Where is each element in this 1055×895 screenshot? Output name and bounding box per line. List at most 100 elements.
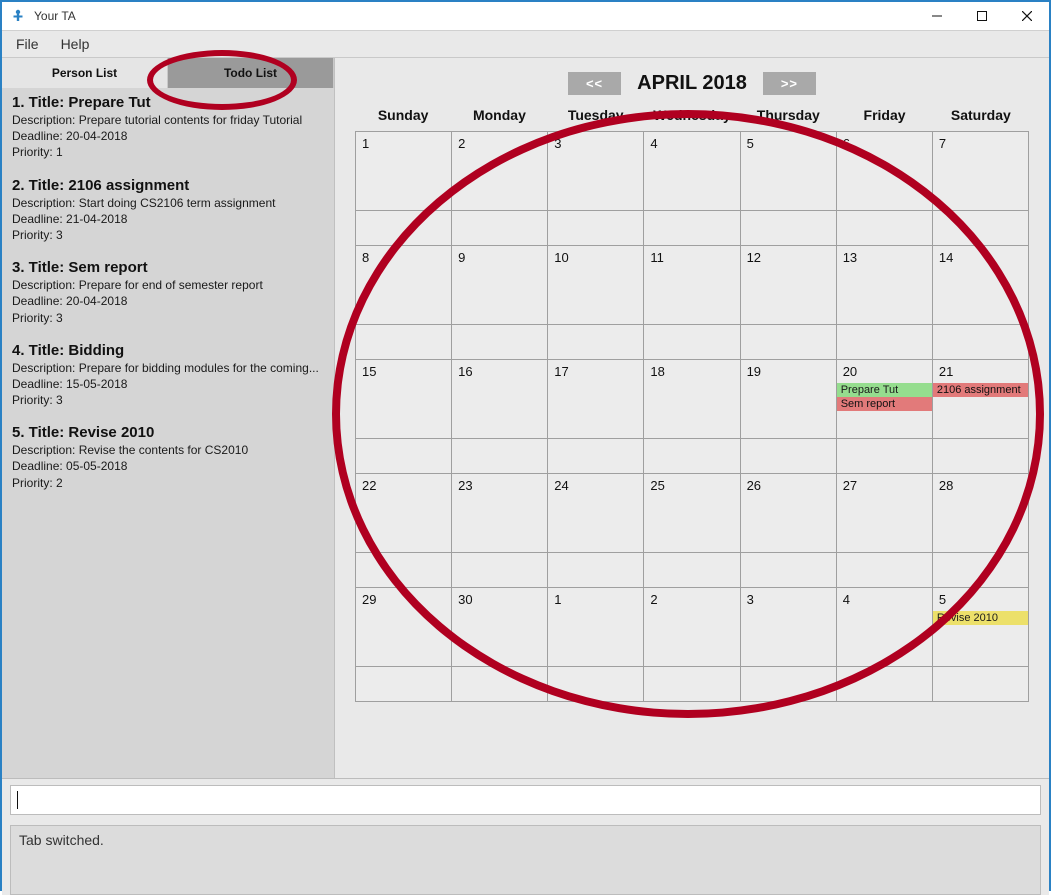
calendar-day-number: 3 xyxy=(741,588,836,611)
calendar-cell[interactable] xyxy=(836,553,932,588)
calendar-cell[interactable]: 212106 assignment xyxy=(932,360,1028,439)
todo-item-title: 2. Title: 2106 assignment xyxy=(12,177,324,194)
calendar-cell[interactable]: 18 xyxy=(644,360,740,439)
calendar-cell[interactable]: 27 xyxy=(836,474,932,553)
calendar-cell[interactable]: 3 xyxy=(548,132,644,211)
calendar-cell[interactable] xyxy=(740,439,836,474)
calendar-cell[interactable]: 5Revise 2010 xyxy=(932,588,1028,667)
calendar-cell[interactable]: 4 xyxy=(644,132,740,211)
calendar-cell[interactable] xyxy=(740,553,836,588)
todo-item[interactable]: 1. Title: Prepare TutDescription: Prepar… xyxy=(12,94,324,161)
calendar-event[interactable]: Sem report xyxy=(837,397,932,411)
calendar-cell[interactable]: 3 xyxy=(740,588,836,667)
calendar-day-number: 4 xyxy=(644,132,739,155)
calendar-cell[interactable] xyxy=(932,667,1028,702)
calendar-cell[interactable] xyxy=(740,211,836,246)
calendar-cell[interactable] xyxy=(356,667,452,702)
calendar-cell[interactable] xyxy=(356,211,452,246)
calendar-cell[interactable] xyxy=(356,553,452,588)
todo-item[interactable]: 5. Title: Revise 2010Description: Revise… xyxy=(12,424,324,491)
calendar-cell[interactable]: 5 xyxy=(740,132,836,211)
calendar-cell[interactable] xyxy=(452,211,548,246)
caret-icon xyxy=(17,791,18,809)
calendar-event[interactable]: 2106 assignment xyxy=(933,383,1028,397)
calendar-next-button[interactable]: >> xyxy=(763,72,816,95)
tab-person-list[interactable]: Person List xyxy=(2,58,168,88)
calendar-cell[interactable]: 11 xyxy=(644,246,740,325)
calendar-cell[interactable]: 9 xyxy=(452,246,548,325)
calendar-cell[interactable]: 25 xyxy=(644,474,740,553)
calendar-cell[interactable] xyxy=(452,439,548,474)
calendar-cell[interactable] xyxy=(932,439,1028,474)
calendar-cell[interactable]: 17 xyxy=(548,360,644,439)
calendar-cell[interactable] xyxy=(548,667,644,702)
calendar-cell[interactable]: 2 xyxy=(452,132,548,211)
calendar-prev-button[interactable]: << xyxy=(568,72,621,95)
calendar-cell[interactable] xyxy=(836,667,932,702)
calendar-cell[interactable] xyxy=(548,439,644,474)
calendar-day-number: 4 xyxy=(837,588,932,611)
todo-item[interactable]: 2. Title: 2106 assignmentDescription: St… xyxy=(12,177,324,244)
calendar-cell[interactable]: 22 xyxy=(356,474,452,553)
calendar-cell[interactable] xyxy=(548,211,644,246)
calendar-cell[interactable] xyxy=(452,667,548,702)
calendar-cell[interactable]: 14 xyxy=(932,246,1028,325)
calendar-cell[interactable]: 1 xyxy=(548,588,644,667)
calendar-cell[interactable]: 2 xyxy=(644,588,740,667)
calendar-event[interactable]: Prepare Tut xyxy=(837,383,932,397)
calendar-cell[interactable] xyxy=(932,325,1028,360)
todo-list[interactable]: 1. Title: Prepare TutDescription: Prepar… xyxy=(2,88,334,778)
calendar-cell[interactable]: 12 xyxy=(740,246,836,325)
close-button[interactable] xyxy=(1004,2,1049,30)
calendar-cell[interactable] xyxy=(356,325,452,360)
calendar-cell[interactable] xyxy=(932,211,1028,246)
calendar-cell[interactable] xyxy=(836,211,932,246)
minimize-button[interactable] xyxy=(914,2,959,30)
calendar-cell[interactable] xyxy=(548,325,644,360)
calendar-cell[interactable] xyxy=(740,325,836,360)
calendar-cell[interactable]: 28 xyxy=(932,474,1028,553)
calendar-cell[interactable] xyxy=(452,325,548,360)
calendar-cell[interactable] xyxy=(548,553,644,588)
calendar-cell[interactable]: 4 xyxy=(836,588,932,667)
menu-file[interactable]: File xyxy=(10,34,45,54)
calendar-cell[interactable]: 19 xyxy=(740,360,836,439)
calendar-cell[interactable]: 1 xyxy=(356,132,452,211)
calendar-day-number: 7 xyxy=(933,132,1028,155)
maximize-button[interactable] xyxy=(959,2,1004,30)
command-input[interactable] xyxy=(10,785,1041,815)
calendar-cell[interactable]: 8 xyxy=(356,246,452,325)
calendar-cell[interactable]: 6 xyxy=(836,132,932,211)
todo-item[interactable]: 3. Title: Sem reportDescription: Prepare… xyxy=(12,259,324,326)
calendar-cell[interactable] xyxy=(644,325,740,360)
calendar-cell[interactable]: 30 xyxy=(452,588,548,667)
calendar-cell[interactable]: 20Prepare TutSem report xyxy=(836,360,932,439)
calendar-cell[interactable] xyxy=(644,667,740,702)
calendar-cell[interactable] xyxy=(836,439,932,474)
todo-item-field: Deadline: 20-04-2018 xyxy=(12,128,324,144)
calendar-cell[interactable]: 10 xyxy=(548,246,644,325)
calendar-cell[interactable] xyxy=(644,211,740,246)
tab-todo-list[interactable]: Todo List xyxy=(168,58,334,88)
menu-help[interactable]: Help xyxy=(55,34,96,54)
calendar-cell[interactable] xyxy=(452,553,548,588)
calendar-cell[interactable]: 23 xyxy=(452,474,548,553)
calendar-cell[interactable]: 24 xyxy=(548,474,644,553)
calendar-cell[interactable]: 13 xyxy=(836,246,932,325)
calendar-cell[interactable]: 16 xyxy=(452,360,548,439)
calendar-cell[interactable] xyxy=(836,325,932,360)
calendar-cell[interactable] xyxy=(740,667,836,702)
calendar-cell[interactable] xyxy=(644,553,740,588)
todo-item[interactable]: 4. Title: BiddingDescription: Prepare fo… xyxy=(12,342,324,409)
calendar-cell[interactable]: 29 xyxy=(356,588,452,667)
calendar-grid: 1234567891011121314151617181920Prepare T… xyxy=(355,131,1029,702)
calendar-day-number: 15 xyxy=(356,360,451,383)
calendar-cell[interactable] xyxy=(356,439,452,474)
calendar-cell[interactable] xyxy=(644,439,740,474)
calendar-cell[interactable]: 15 xyxy=(356,360,452,439)
calendar-cell[interactable]: 7 xyxy=(932,132,1028,211)
calendar-cell[interactable]: 26 xyxy=(740,474,836,553)
calendar-event[interactable]: Revise 2010 xyxy=(933,611,1028,625)
todo-item-title: 5. Title: Revise 2010 xyxy=(12,424,324,441)
calendar-cell[interactable] xyxy=(932,553,1028,588)
